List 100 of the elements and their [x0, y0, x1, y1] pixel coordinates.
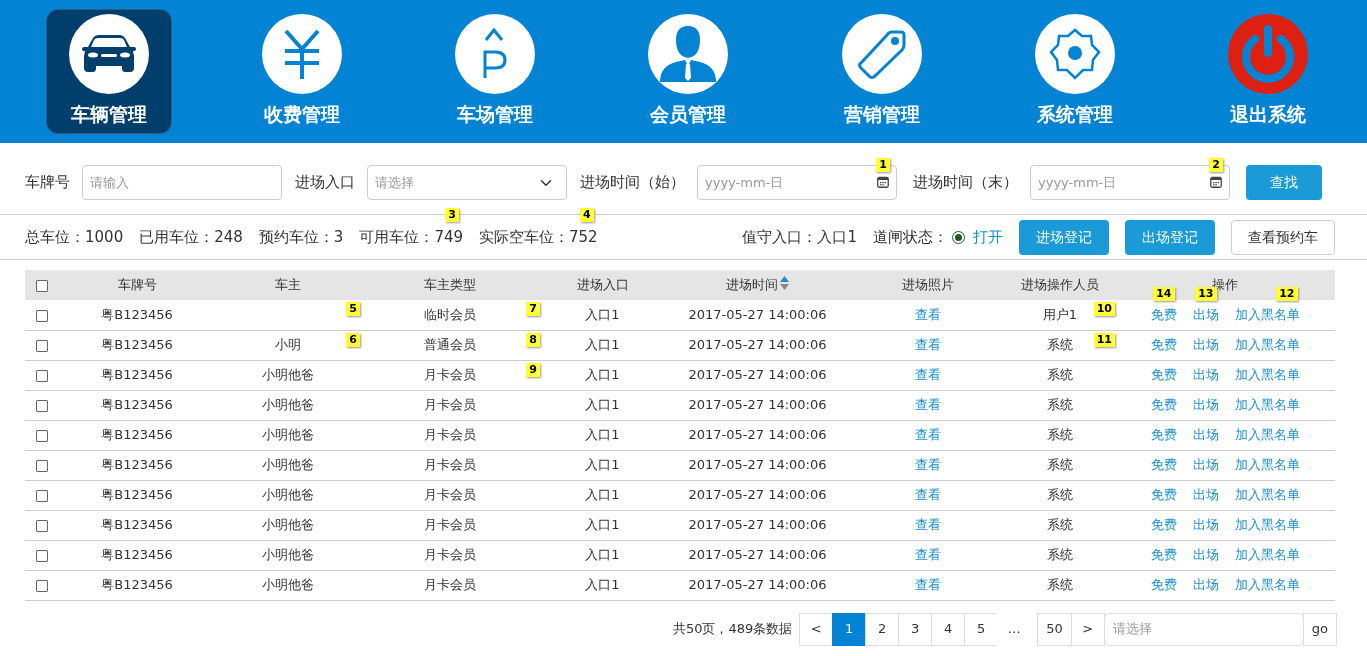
operator-text: 系统: [1047, 427, 1073, 443]
row-checkbox[interactable]: [36, 459, 48, 472]
row-checkbox[interactable]: [36, 339, 48, 352]
column-header: 车牌号: [117, 277, 157, 293]
nav-tab[interactable]: 系统管理: [1012, 9, 1139, 134]
entrance-text: 入口1: [585, 577, 620, 593]
action-link[interactable]: 免费: [1150, 575, 1177, 595]
owner-text: 小明他爸: [261, 487, 314, 503]
owner-text: 小明他爸: [261, 367, 314, 383]
view-photo-link[interactable]: 查看: [914, 397, 941, 413]
action-link[interactable]: 加入黑名单: [1234, 485, 1300, 505]
action-link[interactable]: 出场: [1192, 485, 1219, 505]
action-link[interactable]: 加入黑名单: [1234, 335, 1300, 355]
page-button[interactable]: 50: [1037, 612, 1072, 646]
column-header: 进场时间: [726, 277, 778, 293]
column-header: 车主: [274, 277, 301, 293]
page-button[interactable]: <: [799, 612, 834, 646]
nav-tab[interactable]: 营销管理: [818, 9, 945, 134]
stat-text: 总车位：1000: [25, 226, 124, 248]
time-text: 2017-05-27 14:00:06: [688, 487, 827, 503]
callout-marker: 6: [346, 332, 360, 347]
row-checkbox[interactable]: [36, 549, 48, 562]
page-button[interactable]: 5: [964, 612, 999, 646]
select-all-checkbox[interactable]: [36, 279, 48, 292]
view-photo-link[interactable]: 查看: [914, 337, 941, 353]
nav-tab[interactable]: 退出系统: [1205, 9, 1332, 134]
view-photo-link[interactable]: 查看: [914, 547, 941, 563]
row-checkbox[interactable]: [36, 579, 48, 592]
view-photo-link[interactable]: 查看: [914, 307, 941, 322]
nav-tab[interactable]: 收费管理: [238, 9, 365, 134]
member-type-text: 月卡会员: [424, 487, 476, 503]
action-link[interactable]: 出场: [1192, 395, 1219, 415]
action-link[interactable]: 免费: [1150, 365, 1177, 385]
page-button[interactable]: 3: [898, 612, 933, 646]
action-link[interactable]: 出场: [1192, 335, 1219, 355]
column-header: 进场入口: [576, 277, 629, 293]
action-link[interactable]: 加入黑名单: [1234, 425, 1300, 445]
operator-text: 系统: [1047, 487, 1073, 503]
row-checkbox[interactable]: [36, 369, 48, 382]
action-link[interactable]: 出场: [1192, 515, 1219, 535]
action-link[interactable]: 免费: [1150, 425, 1177, 445]
action-link[interactable]: 出场: [1192, 365, 1219, 385]
sort-icon[interactable]: [780, 276, 789, 291]
action-link[interactable]: 加入黑名单: [1234, 545, 1300, 565]
page-button[interactable]: 2: [865, 612, 900, 646]
action-link[interactable]: 加入黑名单: [1234, 575, 1300, 595]
operator-text: 用户1: [1042, 307, 1078, 322]
callout-marker: 9: [526, 362, 540, 377]
action-link[interactable]: 出场: [1192, 455, 1219, 475]
callout-marker: 3: [445, 207, 459, 222]
view-photo-link[interactable]: 查看: [914, 367, 941, 383]
row-checkbox[interactable]: [36, 519, 48, 532]
nav-tab[interactable]: 车场管理: [432, 9, 559, 134]
nav-tab[interactable]: 会员管理: [625, 9, 752, 134]
page-button[interactable]: 4: [931, 612, 966, 646]
plate-input-field[interactable]: 请输入: [82, 165, 282, 200]
view-photo-link[interactable]: 查看: [914, 457, 941, 473]
register-button[interactable]: 查看预约车: [1231, 219, 1335, 255]
filter-label: 进场入口: [295, 172, 355, 194]
action-link[interactable]: 免费: [1150, 335, 1177, 355]
operator-text: 系统: [1047, 457, 1073, 473]
register-button[interactable]: 出场登记: [1125, 219, 1215, 255]
member-type-text: 月卡会员: [424, 457, 476, 473]
action-link[interactable]: 免费: [1150, 485, 1177, 505]
row-checkbox[interactable]: [36, 489, 48, 502]
column-header: 进场照片: [901, 277, 954, 293]
register-button[interactable]: 进场登记: [1019, 219, 1109, 255]
row-checkbox[interactable]: [36, 309, 48, 322]
row-checkbox[interactable]: [36, 429, 48, 442]
view-photo-link[interactable]: 查看: [914, 517, 941, 533]
action-link[interactable]: 出场: [1192, 545, 1219, 565]
page-button[interactable]: >: [1070, 612, 1105, 646]
view-photo-link[interactable]: 查看: [914, 427, 941, 443]
view-photo-link[interactable]: 查看: [914, 487, 941, 503]
owner-text: 小明他爸: [261, 547, 314, 563]
entrance-select[interactable]: 请选择: [367, 165, 567, 200]
action-link[interactable]: 加入黑名单: [1234, 395, 1300, 415]
page-button[interactable]: 1: [832, 612, 867, 646]
action-link[interactable]: 出场: [1192, 425, 1219, 445]
action-link[interactable]: 免费: [1150, 455, 1177, 475]
action-link[interactable]: 加入黑名单: [1234, 365, 1300, 385]
action-link[interactable]: 加入黑名单: [1234, 455, 1300, 475]
row-checkbox[interactable]: [36, 399, 48, 412]
operator-text: 系统: [1047, 517, 1073, 533]
action-link[interactable]: 加入黑名单: [1234, 515, 1300, 535]
view-photo-link[interactable]: 查看: [914, 577, 941, 593]
plate-text: 粤B123456: [101, 517, 173, 533]
action-link[interactable]: 出场: [1192, 575, 1219, 595]
action-link[interactable]: 免费: [1150, 395, 1177, 415]
action-link[interactable]: 免费: [1150, 515, 1177, 535]
action-link[interactable]: 免费: [1150, 545, 1177, 565]
go-button[interactable]: go: [1302, 612, 1337, 646]
time-text: 2017-05-27 14:00:06: [688, 337, 827, 353]
entrance-text: 入口1: [585, 397, 620, 413]
time-text: 2017-05-27 14:00:06: [688, 397, 827, 413]
search-button[interactable]: 查找: [1246, 165, 1322, 200]
entrance-text: 入口1: [585, 337, 620, 353]
page-jump-select[interactable]: 请选择: [1103, 612, 1304, 646]
nav-tab[interactable]: 车辆管理: [45, 9, 172, 134]
time-text: 2017-05-27 14:00:06: [688, 367, 827, 383]
